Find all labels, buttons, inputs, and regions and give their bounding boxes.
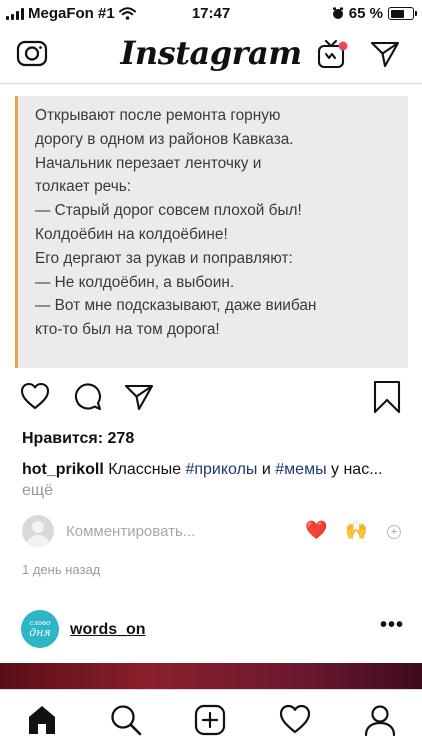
avatar-text: дня (29, 626, 51, 639)
share-icon[interactable] (124, 383, 154, 411)
post-text-line: дорогу в одном из районов Кавказа. (35, 130, 294, 148)
caption-hashtag[interactable]: #приколы (185, 461, 257, 478)
post-image-text: Открывают после ремонта горную дорогу в о… (35, 104, 398, 342)
post-text-line: — Старый дорог совсем плохой был! (35, 202, 302, 220)
new-post-icon[interactable] (194, 704, 226, 736)
post-text-line: Колдоёбин на колдоёбине! (35, 225, 228, 243)
caption-text: и (257, 461, 276, 478)
post-caption: hot_prikoll Классные #приколы и #мемы у … (22, 459, 407, 501)
post-text-line: кто-то был на том дорога! (35, 321, 220, 339)
more-options-icon[interactable]: ••• (380, 614, 404, 637)
post-text-line: — Вот мне подсказывают, даже виибан (35, 297, 317, 315)
home-icon[interactable] (26, 704, 58, 736)
direct-message-icon[interactable] (370, 40, 400, 68)
avatar (22, 515, 54, 547)
post-text-line: Его дергают за рукав и поправляют: (35, 249, 293, 267)
comment-icon[interactable] (73, 382, 103, 412)
save-bookmark-icon[interactable] (372, 380, 402, 414)
instagram-logo: Instagram (120, 34, 302, 72)
post-text-line: толкает речь: (35, 178, 132, 196)
status-bar: MegaFon #1 17:47 65 % (0, 0, 422, 26)
next-post-header: слово дня words_on ••• (0, 606, 422, 652)
comment-row: Комментировать... ❤️ 🙌 + (22, 514, 407, 548)
post-text-line: — Не колдоёбин, а выбоин. (35, 273, 235, 291)
post-actions (0, 378, 422, 422)
caption-username[interactable]: hot_prikoll (22, 461, 104, 478)
post-text-line: Открывают после ремонта горную (35, 107, 281, 124)
avatar-text: слово (29, 619, 51, 627)
likes-count[interactable]: Нравится: 278 (22, 430, 134, 448)
battery-percent: 65 % (348, 5, 383, 22)
caption-more-link[interactable]: ещё (22, 482, 53, 499)
battery-icon (388, 7, 417, 20)
activity-heart-icon[interactable] (279, 704, 311, 734)
next-post-image[interactable] (0, 663, 422, 689)
igtv-icon[interactable] (316, 38, 350, 70)
comment-input[interactable]: Комментировать... (66, 523, 195, 540)
caption-text: у нас... (326, 461, 383, 478)
alarm-icon (332, 7, 343, 19)
heart-reaction-icon[interactable]: ❤️ (305, 520, 327, 540)
status-right: 65 % (332, 5, 417, 22)
battery-level (390, 9, 405, 18)
post-username[interactable]: words_on (70, 621, 146, 639)
like-heart-icon[interactable] (20, 382, 50, 410)
caption-hashtag[interactable]: #мемы (275, 461, 326, 478)
profile-icon[interactable] (364, 704, 396, 736)
top-bar: Instagram (0, 26, 422, 84)
post-text-line: Начальник перезает ленточку и (35, 154, 262, 172)
bottom-nav (0, 689, 422, 750)
post-timestamp: 1 день назад (22, 562, 101, 577)
add-reaction-icon[interactable]: + (387, 525, 401, 539)
search-icon[interactable] (110, 704, 142, 736)
caption-text: Классные (103, 461, 186, 478)
avatar[interactable]: слово дня (21, 610, 59, 648)
notification-dot (338, 41, 348, 51)
raised-hands-reaction-icon[interactable]: 🙌 (345, 520, 367, 540)
post-image[interactable]: Открывают после ремонта горную дорогу в о… (15, 96, 408, 368)
